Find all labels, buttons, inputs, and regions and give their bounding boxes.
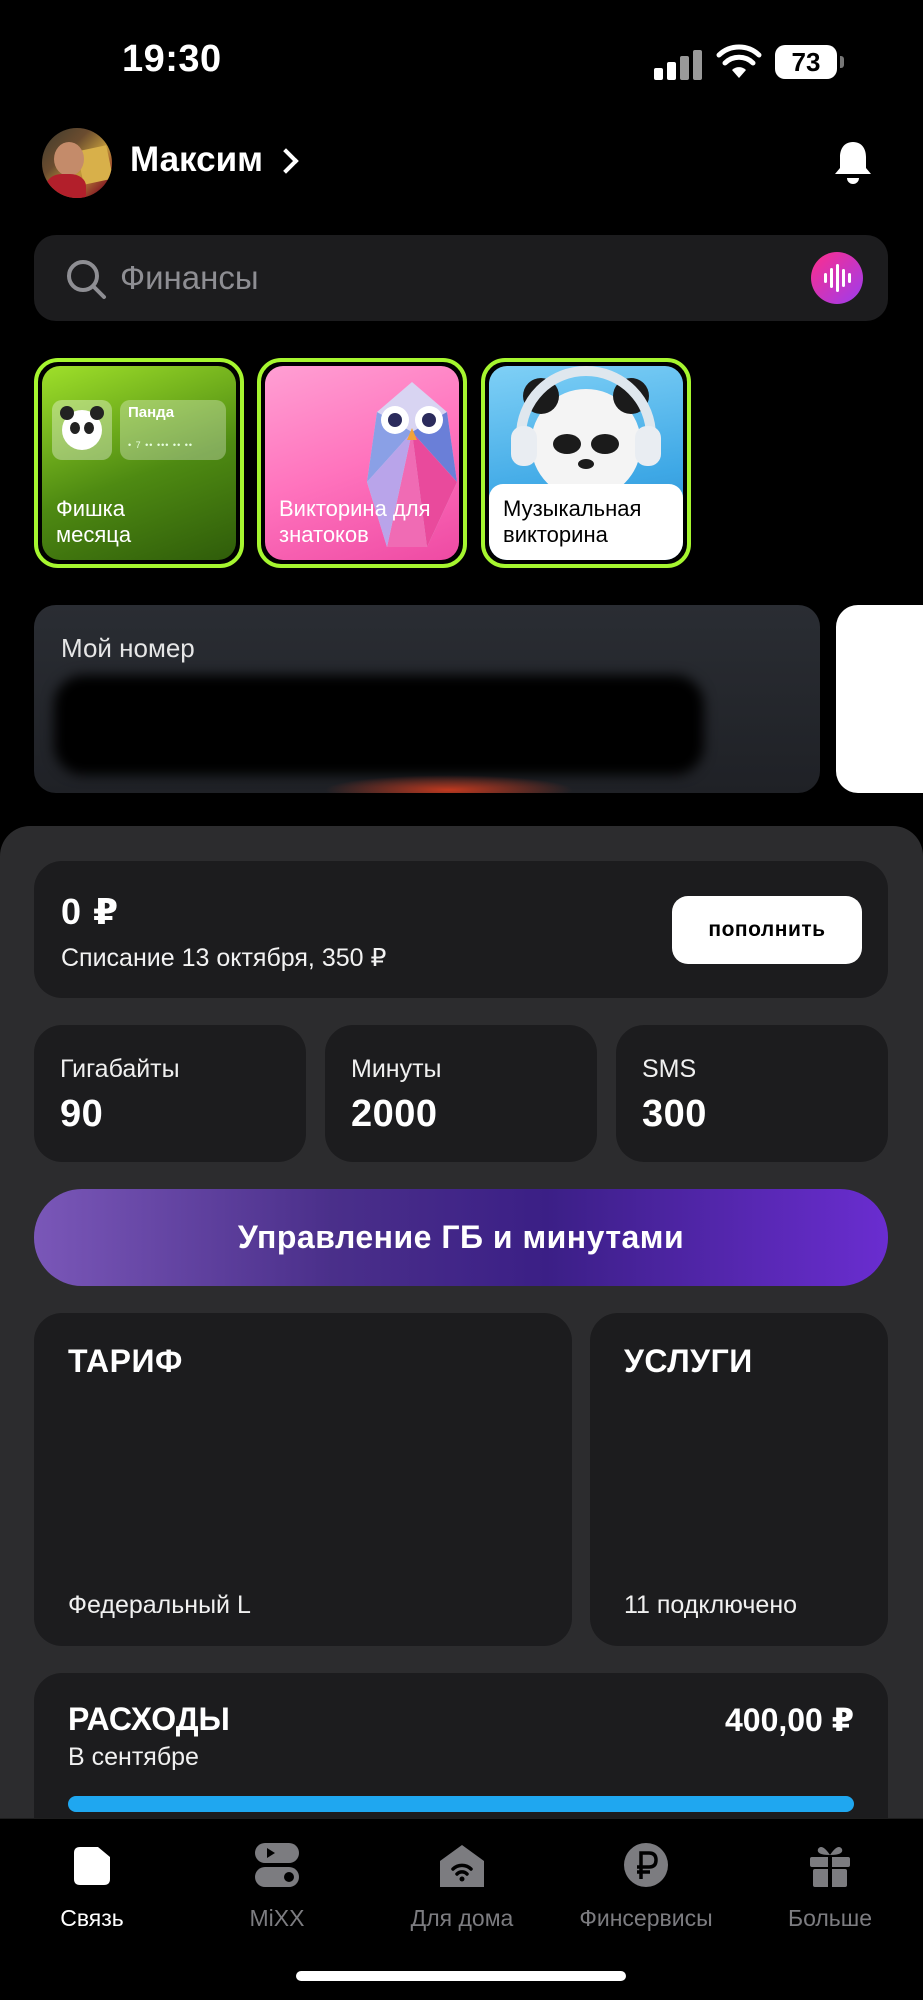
story-music-quiz[interactable]: Музыкальная викторина [481, 358, 691, 568]
voice-search-button[interactable] [811, 252, 863, 304]
tab-home[interactable]: Для дома [382, 1839, 542, 1932]
next-charge-text: Списание 13 октября, 350 ₽ [61, 944, 387, 972]
tariff-tile[interactable]: ТАРИФ Федеральный L [34, 1313, 572, 1646]
story-label: Викторина для знатоков [279, 496, 431, 547]
chevron-right-icon [273, 148, 299, 174]
redacted-phone-number [54, 675, 704, 775]
search-input[interactable] [120, 253, 720, 303]
card-glow [324, 775, 574, 793]
user-name: Максим [130, 140, 263, 179]
topup-button[interactable]: пополнить [672, 896, 862, 964]
services-summary: 11 подключено [624, 1591, 798, 1619]
stat-value: 2000 [351, 1093, 438, 1135]
panda-icon [52, 400, 112, 460]
ruble-icon [624, 1843, 668, 1887]
expenses-period: В сентябре [68, 1743, 199, 1771]
balance-amount: 0 ₽ [61, 891, 120, 932]
tab-connection[interactable]: Связь [12, 1839, 172, 1932]
sim-card-icon [74, 1847, 110, 1885]
mini-card-title: Панда [128, 404, 175, 421]
panda-headphones-illustration [511, 366, 661, 486]
stat-value: 300 [642, 1093, 707, 1135]
mini-bank-card: Панда • 7 •• ••• •• •• [120, 400, 226, 460]
home-wifi-icon [440, 1845, 484, 1887]
my-number-card[interactable]: Мой номер [34, 605, 820, 793]
cellular-signal-icon [654, 50, 702, 80]
expenses-title: РАСХОДЫ [68, 1701, 230, 1737]
expenses-bar [68, 1796, 854, 1812]
stat-gigabytes[interactable]: Гигабайты 90 [34, 1025, 306, 1162]
tab-mixx[interactable]: MiXX [197, 1839, 357, 1932]
tab-more[interactable]: Больше [750, 1839, 910, 1932]
app-screen: 19:30 73 Максим Финансы Панда • 7 •• •••… [0, 0, 923, 2000]
tariff-name: Федеральный L [68, 1591, 251, 1619]
expenses-amount: 400,00 ₽ [724, 1702, 854, 1738]
story-chip-of-month[interactable]: Панда • 7 •• ••• •• •• Фишка месяца [34, 358, 244, 568]
mini-card-number: • 7 •• ••• •• •• [128, 440, 194, 450]
search-bar[interactable] [34, 235, 888, 321]
services-title: УСЛУГИ [624, 1343, 753, 1379]
stat-label: SMS [642, 1055, 697, 1083]
search-icon [67, 260, 106, 299]
tab-label: Больше [787, 1905, 873, 1931]
mixx-icon [255, 1843, 299, 1887]
tab-label: Связь [60, 1905, 124, 1931]
tab-label: Финсервисы [579, 1905, 713, 1931]
stat-label: Минуты [351, 1055, 442, 1083]
wifi-icon [716, 44, 762, 78]
my-number-title: Мой номер [61, 633, 195, 663]
tab-label: Для дома [410, 1905, 514, 1931]
stat-minutes[interactable]: Минуты 2000 [325, 1025, 597, 1162]
next-card-peek[interactable] [836, 605, 923, 793]
story-quiz-experts[interactable]: Викторина для знатоков [257, 358, 467, 568]
stat-sms[interactable]: SMS 300 [616, 1025, 888, 1162]
profile-link[interactable]: Максим [130, 140, 299, 180]
tab-finservices[interactable]: Финсервисы [566, 1839, 726, 1932]
avatar[interactable] [42, 128, 112, 198]
stat-label: Гигабайты [60, 1055, 180, 1083]
bell-icon[interactable] [832, 138, 874, 186]
battery-indicator: 73 [775, 45, 844, 79]
gift-icon [810, 1847, 850, 1887]
home-indicator[interactable] [296, 1971, 626, 1981]
tariff-title: ТАРИФ [68, 1343, 183, 1379]
status-time: 19:30 [122, 38, 222, 80]
balance-card: 0 ₽ Списание 13 октября, 350 ₽ пополнить [34, 861, 888, 998]
tab-label: MiXX [249, 1905, 305, 1931]
story-label: Музыкальная викторина [503, 496, 642, 547]
story-label: Фишка месяца [56, 496, 132, 547]
stat-value: 90 [60, 1093, 104, 1135]
manage-gb-minutes-button[interactable]: Управление ГБ и минутами [34, 1189, 888, 1286]
services-tile[interactable]: УСЛУГИ 11 подключено [590, 1313, 888, 1646]
